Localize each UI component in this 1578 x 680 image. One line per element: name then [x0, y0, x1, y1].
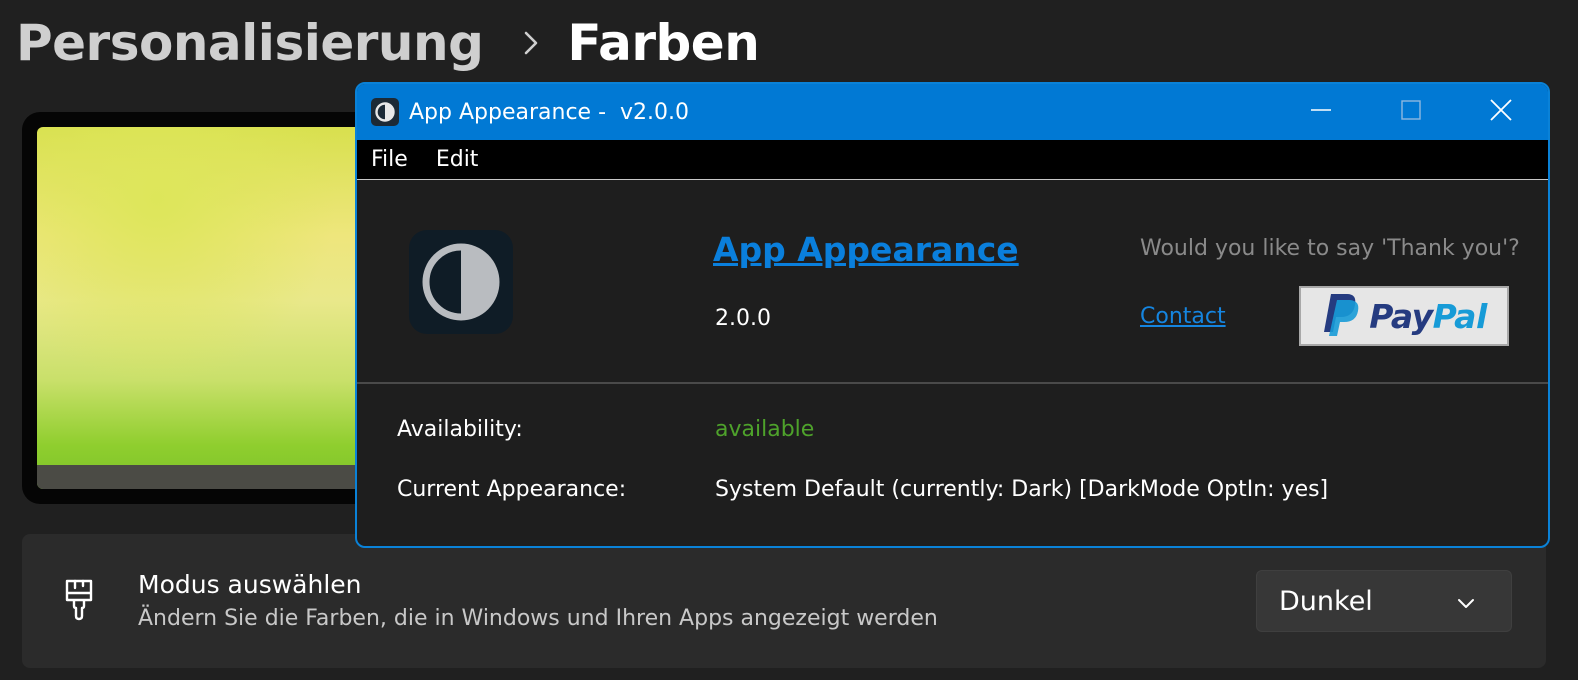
chevron-down-icon [1457, 586, 1475, 617]
maximize-icon [1400, 99, 1422, 125]
mode-description: Ändern Sie die Farben, die in Windows un… [138, 606, 938, 631]
app-name-link[interactable]: App Appearance [713, 230, 1019, 269]
app-logo-icon [409, 230, 513, 334]
paypal-wordmark-pay: Pay [1369, 296, 1433, 336]
mode-dropdown[interactable]: Dunkel [1256, 570, 1512, 632]
mode-title: Modus auswählen [138, 570, 362, 599]
maximize-button[interactable] [1365, 84, 1457, 140]
minimize-button[interactable] [1275, 84, 1367, 140]
minimize-icon [1310, 99, 1332, 125]
mode-setting-card: Modus auswählen Ändern Sie die Farben, d… [22, 534, 1546, 668]
window-title: App Appearance - v2.0.0 [409, 99, 689, 125]
paypal-wordmark-pal: Pal [1432, 296, 1488, 336]
menu-file[interactable]: File [371, 147, 408, 172]
app-icon [371, 98, 399, 126]
breadcrumb: Personalisierung Farben [16, 8, 760, 78]
page-title: Farben [567, 14, 760, 72]
availability-label: Availability: [397, 417, 523, 442]
window-titlebar[interactable]: App Appearance - v2.0.0 [357, 84, 1548, 140]
paypal-button[interactable]: PayPal [1299, 286, 1509, 346]
close-button[interactable] [1455, 84, 1547, 140]
paintbrush-icon [62, 578, 96, 622]
menu-bar: File Edit [357, 140, 1548, 180]
menu-edit[interactable]: Edit [436, 147, 479, 172]
paypal-logo-icon [1321, 292, 1361, 340]
appearance-label: Current Appearance: [397, 477, 627, 502]
appearance-value: System Default (currently: Dark) [DarkMo… [715, 477, 1329, 502]
breadcrumb-parent[interactable]: Personalisierung [16, 14, 484, 72]
paypal-wordmark: PayPal [1369, 297, 1487, 336]
mode-dropdown-value: Dunkel [1279, 585, 1373, 617]
contact-link[interactable]: Contact [1140, 304, 1226, 329]
section-divider [357, 382, 1548, 384]
app-appearance-window: App Appearance - v2.0.0 File Edit App Ap… [355, 82, 1550, 548]
app-version: 2.0.0 [715, 306, 771, 331]
thank-you-text: Would you like to say 'Thank you'? [1140, 236, 1520, 261]
availability-value: available [715, 417, 815, 442]
chevron-right-icon [523, 30, 539, 56]
close-icon [1490, 99, 1512, 125]
